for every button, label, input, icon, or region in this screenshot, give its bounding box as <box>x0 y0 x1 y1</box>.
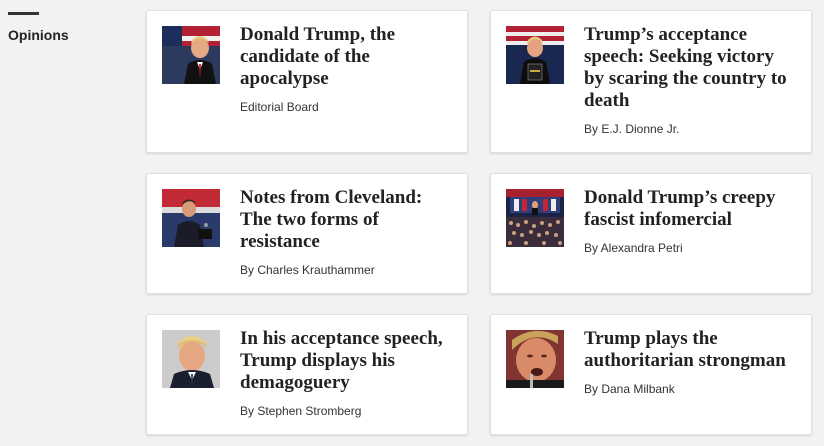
section-rule <box>8 12 39 15</box>
article-card[interactable]: Trump’s acceptance speech: Seeking victo… <box>490 10 812 153</box>
article-headline[interactable]: Trump’s acceptance speech: Seeking victo… <box>584 24 794 112</box>
article-card[interactable]: In his acceptance speech, Trump displays… <box>146 314 468 435</box>
article-card[interactable]: Donald Trump, the candidate of the apoca… <box>146 10 468 153</box>
article-headline[interactable]: Donald Trump, the candidate of the apoca… <box>240 24 450 90</box>
article-headline[interactable]: In his acceptance speech, Trump displays… <box>240 328 450 394</box>
article-card[interactable]: Notes from Cleveland: The two forms of r… <box>146 173 468 294</box>
article-byline: By E.J. Dionne Jr. <box>584 122 680 136</box>
article-headline[interactable]: Donald Trump’s creepy fascist infomercia… <box>584 187 794 231</box>
article-headline[interactable]: Trump plays the authoritarian strongman <box>584 328 794 372</box>
convention-crowd-photo-icon[interactable] <box>506 189 564 247</box>
article-card[interactable]: Trump plays the authoritarian strongman … <box>490 314 812 435</box>
article-byline: By Alexandra Petri <box>584 241 683 255</box>
trump-stage-photo-icon[interactable] <box>506 26 564 84</box>
cruz-speech-photo-icon[interactable] <box>162 189 220 247</box>
article-byline: By Stephen Stromberg <box>240 404 362 418</box>
article-byline: By Charles Krauthammer <box>240 263 375 277</box>
article-byline: By Dana Milbank <box>584 382 675 396</box>
article-byline: Editorial Board <box>240 100 319 114</box>
trump-podium-photo-icon[interactable] <box>162 26 220 84</box>
article-card[interactable]: Donald Trump’s creepy fascist infomercia… <box>490 173 812 294</box>
section-label: Opinions <box>8 27 69 43</box>
trump-closeup-photo-icon[interactable] <box>506 330 564 388</box>
trump-portrait-photo-icon[interactable] <box>162 330 220 388</box>
article-headline[interactable]: Notes from Cleveland: The two forms of r… <box>240 187 450 253</box>
